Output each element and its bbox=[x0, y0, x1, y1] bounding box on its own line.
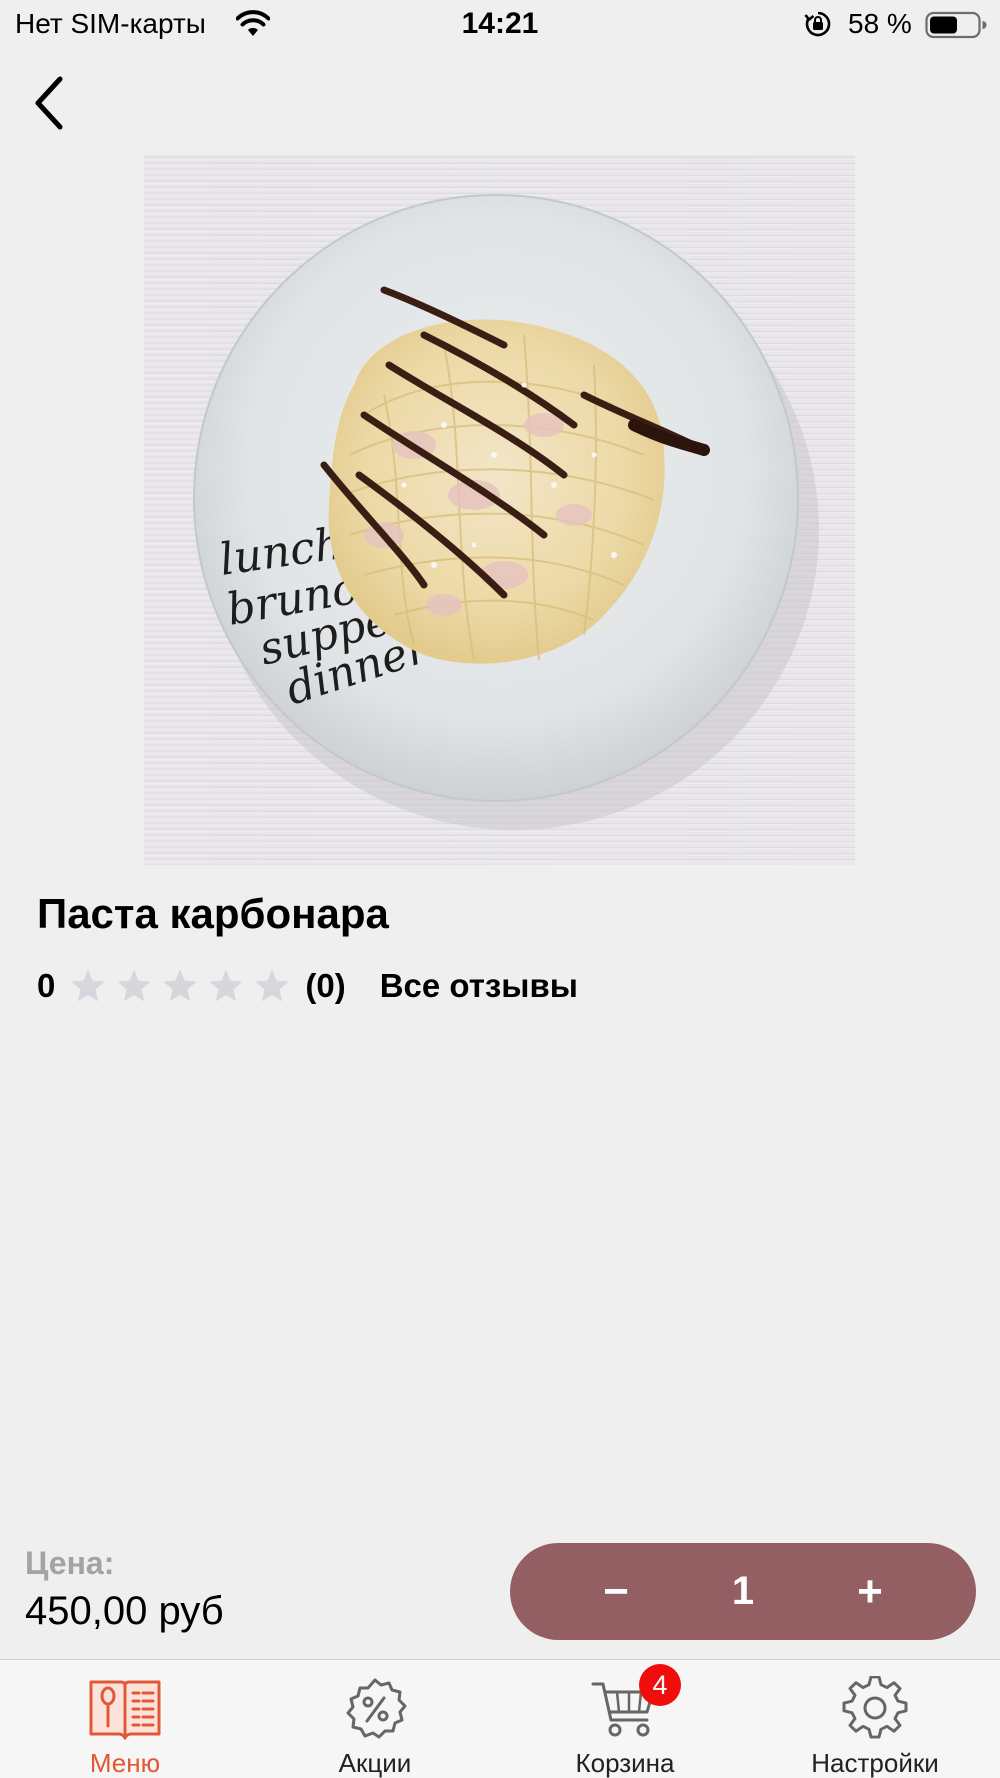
tab-cart[interactable]: 4 Корзина bbox=[500, 1660, 750, 1778]
pasta-plate-photo: lunch brunch supper dinner bbox=[144, 155, 855, 865]
menu-book-icon bbox=[89, 1680, 161, 1740]
back-button[interactable] bbox=[18, 68, 78, 138]
tab-settings[interactable]: Настройки bbox=[750, 1660, 1000, 1778]
star-icon bbox=[163, 969, 197, 1002]
tab-menu[interactable]: Меню bbox=[0, 1660, 250, 1778]
discount-badge-icon bbox=[346, 1678, 407, 1739]
battery-icon bbox=[925, 11, 987, 39]
rotation-lock-icon bbox=[804, 11, 831, 37]
increment-button[interactable]: + bbox=[842, 1567, 898, 1617]
tab-label-settings: Настройки bbox=[811, 1748, 939, 1778]
tab-promotions[interactable]: Акции bbox=[250, 1660, 500, 1778]
product-image: lunch brunch supper dinner bbox=[144, 155, 855, 865]
tab-label-promotions: Акции bbox=[338, 1748, 412, 1778]
price-value: 450,00 руб bbox=[25, 1589, 224, 1633]
star-icon bbox=[117, 969, 151, 1002]
star-icon bbox=[209, 969, 243, 1002]
quantity-value: 1 bbox=[731, 1569, 755, 1613]
chevron-left-icon bbox=[35, 76, 63, 130]
star-icon bbox=[255, 969, 289, 1002]
tab-label-menu: Меню bbox=[89, 1748, 161, 1778]
rating-stars bbox=[69, 967, 291, 1005]
tab-label-cart: Корзина bbox=[575, 1748, 675, 1778]
star-icon bbox=[71, 969, 105, 1002]
rating-count: (0) bbox=[305, 967, 346, 1004]
price-label: Цена: bbox=[25, 1545, 115, 1581]
quantity-stepper: − 1 + bbox=[510, 1543, 976, 1640]
battery-percent: 58 % bbox=[848, 8, 912, 39]
rating-row: 0 (0) Все отзывы bbox=[37, 963, 578, 1009]
status-bar: Нет SIM-карты 14:21 58 % bbox=[0, 0, 1000, 52]
cart-badge: 4 bbox=[639, 1664, 681, 1706]
product-title: Паста карбонара bbox=[37, 890, 389, 937]
rating-value: 0 bbox=[37, 967, 56, 1004]
decrement-button[interactable]: − bbox=[588, 1567, 644, 1617]
cart-icon-wrap: 4 bbox=[587, 1664, 681, 1742]
all-reviews-link[interactable]: Все отзывы bbox=[380, 967, 578, 1005]
gear-icon bbox=[842, 1676, 908, 1739]
tab-bar: Меню Акции 4 Корзина Настройки bbox=[0, 1659, 1000, 1778]
